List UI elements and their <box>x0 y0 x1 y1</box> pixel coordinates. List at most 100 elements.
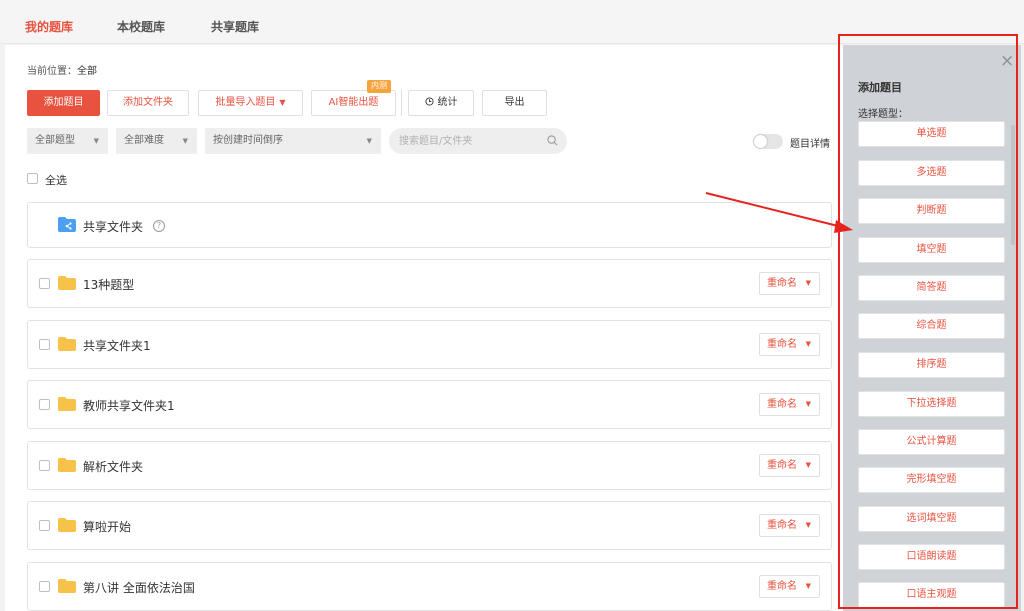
breadcrumb-prefix: 当前位置： <box>27 66 77 77</box>
folder-icon <box>58 397 76 411</box>
rename-label: 重命名 <box>767 581 797 592</box>
main-content: 当前位置：全部 添加题目 添加文件夹 批量导入题目 ▼ AI智能出题 内测 统计 … <box>5 45 843 611</box>
detail-toggle[interactable] <box>753 134 783 149</box>
search-input[interactable] <box>399 128 539 154</box>
folder-icon <box>58 579 76 593</box>
export-label: 导出 <box>504 97 525 108</box>
rename-label: 重命名 <box>767 520 797 531</box>
toolbar-divider <box>401 90 402 116</box>
folder-icon <box>58 276 76 290</box>
rename-button[interactable]: 重命名 ▼ <box>759 272 820 295</box>
folder-icon <box>58 458 76 472</box>
add-question-panel: × 添加题目 选择题型： 单选题 多选题 判断题 填空题 简答题 综合题 排序题… <box>843 45 1021 611</box>
folder-icon <box>58 337 76 351</box>
breadcrumb-current[interactable]: 全部 <box>77 66 97 77</box>
panel-subtitle: 选择题型： <box>858 109 908 120</box>
caret-down-icon: ▼ <box>805 461 811 469</box>
rename-button[interactable]: 重命名 ▼ <box>759 575 820 598</box>
folder-name: 共享文件夹1 <box>83 339 151 353</box>
folder-name: 算啦开始 <box>83 520 132 534</box>
ai-generate-label: AI智能出题 <box>328 97 379 108</box>
row-checkbox[interactable] <box>39 339 50 350</box>
folder-row[interactable]: 算啦开始 重命名 ▼ <box>27 501 832 550</box>
rename-button[interactable]: 重命名 ▼ <box>759 333 820 356</box>
folder-row[interactable]: 第八讲 全面依法治国 重命名 ▼ <box>27 562 832 611</box>
panel-scrollbar[interactable] <box>1011 125 1015 245</box>
add-folder-label: 添加文件夹 <box>123 97 173 108</box>
folder-row[interactable]: 13种题型 重命名 ▼ <box>27 259 832 308</box>
difficulty-select[interactable]: 全部难度 ▼ <box>116 128 197 154</box>
add-folder-button[interactable]: 添加文件夹 <box>107 90 189 116</box>
rename-label: 重命名 <box>767 399 797 410</box>
row-checkbox[interactable] <box>39 399 50 410</box>
close-icon[interactable]: × <box>1000 53 1014 70</box>
rename-button[interactable]: 重命名 ▼ <box>759 393 820 416</box>
tab-shared-bank[interactable]: 共享题库 <box>211 18 259 35</box>
shared-folder-icon <box>58 217 76 232</box>
shared-folder-row[interactable]: 共享文件夹 ? <box>27 202 832 248</box>
question-type-button[interactable]: 判断题 <box>858 198 1005 224</box>
question-type-button[interactable]: 简答题 <box>858 275 1005 301</box>
caret-down-icon: ▼ <box>805 340 811 348</box>
question-type-select[interactable]: 全部题型 ▼ <box>27 128 108 154</box>
rename-label: 重命名 <box>767 278 797 289</box>
folder-icon <box>58 518 76 532</box>
shared-folder-name: 共享文件夹 <box>83 220 144 234</box>
caret-down-icon: ▼ <box>805 400 811 408</box>
row-checkbox[interactable] <box>39 520 50 531</box>
question-type-button[interactable]: 填空题 <box>858 237 1005 263</box>
tab-school-bank[interactable]: 本校题库 <box>117 18 165 35</box>
batch-import-label: 批量导入题目 <box>215 97 276 108</box>
caret-down-icon: ▼ <box>805 521 811 529</box>
row-checkbox[interactable] <box>39 460 50 471</box>
stats-button[interactable]: 统计 <box>408 90 474 116</box>
rename-button[interactable]: 重命名 ▼ <box>759 514 820 537</box>
row-checkbox[interactable] <box>39 581 50 592</box>
question-type-button[interactable]: 下拉选择题 <box>858 391 1005 417</box>
question-type-button[interactable]: 完形填空题 <box>858 467 1005 493</box>
select-all-label: 全选 <box>45 174 67 187</box>
add-question-button[interactable]: 添加题目 <box>27 90 100 116</box>
search-icon[interactable] <box>547 135 558 146</box>
difficulty-value: 全部难度 <box>124 135 164 146</box>
top-navigation: 我的题库 本校题库 共享题库 <box>0 0 1024 44</box>
caret-down-icon: ▼ <box>182 137 188 145</box>
folder-name: 13种题型 <box>83 278 135 292</box>
row-checkbox[interactable] <box>39 278 50 289</box>
tab-my-bank[interactable]: 我的题库 <box>25 18 73 35</box>
ai-generate-button[interactable]: AI智能出题 内测 <box>311 80 396 116</box>
select-all-checkbox[interactable] <box>27 173 38 184</box>
question-type-button[interactable]: 多选题 <box>858 160 1005 186</box>
add-question-label: 添加题目 <box>43 97 84 108</box>
question-type-button[interactable]: 综合题 <box>858 313 1005 339</box>
folder-row[interactable]: 解析文件夹 重命名 ▼ <box>27 441 832 490</box>
beta-badge: 内测 <box>367 80 391 93</box>
sort-select[interactable]: 按创建时间倒序 ▼ <box>205 128 381 154</box>
question-type-button[interactable]: 选词填空题 <box>858 506 1005 532</box>
rename-label: 重命名 <box>767 460 797 471</box>
folder-row[interactable]: 教师共享文件夹1 重命名 ▼ <box>27 380 832 429</box>
question-type-button[interactable]: 公式计算题 <box>858 429 1005 455</box>
toggle-knob <box>754 135 767 148</box>
folder-row[interactable]: 共享文件夹1 重命名 ▼ <box>27 320 832 369</box>
question-type-value: 全部题型 <box>35 135 75 146</box>
rename-button[interactable]: 重命名 ▼ <box>759 454 820 477</box>
caret-down-icon: ▼ <box>805 279 811 287</box>
stats-label: 统计 <box>437 97 458 108</box>
question-type-button[interactable]: 口语主观题 <box>858 582 1005 608</box>
breadcrumb: 当前位置：全部 <box>27 62 97 77</box>
batch-import-button[interactable]: 批量导入题目 ▼ <box>198 90 303 116</box>
search-box[interactable] <box>389 128 567 154</box>
export-button[interactable]: 导出 <box>482 90 547 116</box>
clock-icon <box>424 97 434 106</box>
folder-name: 解析文件夹 <box>83 460 144 474</box>
caret-down-icon: ▼ <box>805 582 811 590</box>
panel-title: 添加题目 <box>858 81 902 94</box>
caret-down-icon: ▼ <box>279 98 286 107</box>
help-icon[interactable]: ? <box>153 220 165 232</box>
detail-toggle-label: 题目详情 <box>790 139 830 150</box>
sort-value: 按创建时间倒序 <box>213 135 283 146</box>
question-type-button[interactable]: 单选题 <box>858 121 1005 147</box>
question-type-button[interactable]: 口语朗读题 <box>858 544 1005 570</box>
question-type-button[interactable]: 排序题 <box>858 352 1005 378</box>
